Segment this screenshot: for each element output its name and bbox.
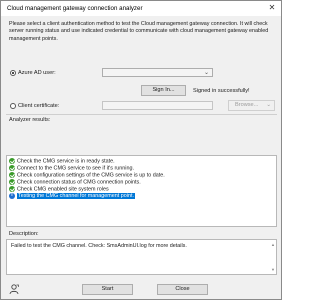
result-item[interactable]: Check connection status of CMG connectio… — [9, 178, 141, 186]
sign-in-button[interactable]: Sign In... — [141, 85, 186, 96]
browse-button[interactable]: Browse... ⌄ — [228, 100, 275, 111]
browse-button-label: Browse... — [235, 102, 259, 108]
description-box[interactable]: Failed to test the CMG channel. Check: S… — [6, 239, 277, 275]
person-icon[interactable] — [9, 284, 19, 295]
title-bar: Cloud management gateway connection anal… — [1, 1, 281, 16]
results-label: Analyzer results: — [9, 117, 51, 123]
check-icon — [9, 157, 15, 164]
client-cert-radio[interactable] — [10, 103, 16, 109]
check-icon — [9, 171, 15, 178]
client-cert-label: Client certificate: — [18, 103, 60, 109]
client-cert-field[interactable] — [102, 101, 213, 110]
close-icon[interactable]: ✕ — [266, 3, 278, 13]
chevron-down-icon: ⌄ — [266, 102, 271, 108]
azure-ad-radio[interactable] — [10, 70, 16, 76]
result-item[interactable]: Check CMG enabled site system roles — [9, 185, 109, 193]
result-item[interactable]: Connect to the CMG service to see if it'… — [9, 164, 134, 172]
result-item[interactable]: Check configuration settings of the CMG … — [9, 171, 165, 179]
info-icon — [9, 192, 15, 199]
check-icon — [9, 178, 15, 185]
result-item-selected[interactable]: Testing the CMG channel for management p… — [9, 192, 135, 200]
chevron-down-icon: ⌄ — [203, 70, 209, 76]
intro-text: Please select a client authentication me… — [9, 21, 269, 42]
scroll-up-icon[interactable]: ▲ — [271, 242, 275, 247]
scroll-down-icon[interactable]: ▼ — [271, 267, 275, 272]
close-button[interactable]: Close — [157, 284, 208, 295]
window-title: Cloud management gateway connection anal… — [7, 5, 143, 12]
result-item[interactable]: Check the CMG service is in ready state. — [9, 157, 115, 165]
description-label: Description: — [9, 231, 39, 237]
check-icon — [9, 164, 15, 171]
sign-in-status: Signed in successfully! — [193, 88, 250, 94]
results-list[interactable]: Check the CMG service is in ready state.… — [6, 155, 277, 227]
azure-ad-user-combo[interactable]: ⌄ — [102, 68, 213, 77]
azure-ad-label: Azure AD user: — [18, 70, 56, 76]
start-button[interactable]: Start — [82, 284, 133, 295]
divider — [6, 114, 277, 115]
analyzer-window: Cloud management gateway connection anal… — [0, 0, 282, 300]
description-text: Failed to test the CMG channel. Check: S… — [11, 243, 187, 249]
